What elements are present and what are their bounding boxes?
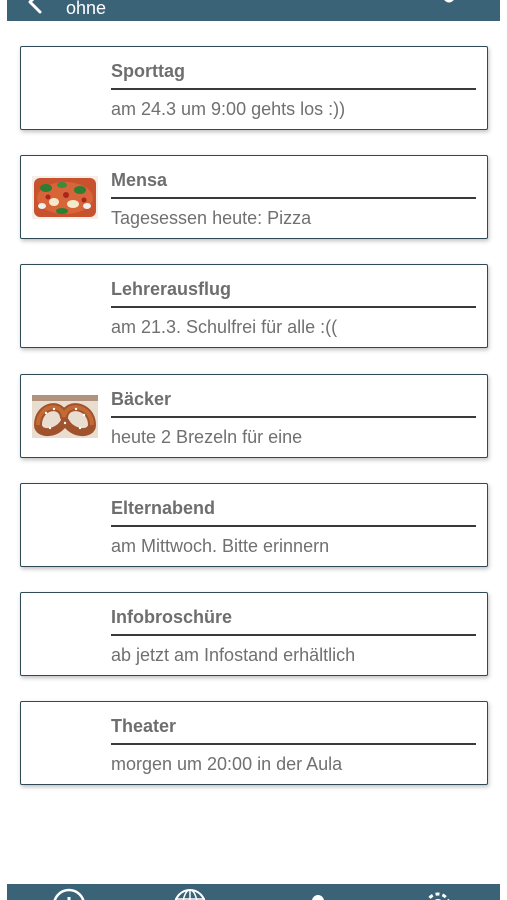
news-card-subtitle: Tagesessen heute: Pizza [111,208,312,228]
tab-settings[interactable] [420,887,456,900]
news-card-theater[interactable]: Theater morgen um 20:00 in der Aula [20,701,488,785]
news-card-subtitle: am 21.3. Schulfrei für alle :(( [111,317,338,337]
globe-icon [174,889,206,900]
divider [111,634,476,636]
news-card-title: Lehrerausflug [111,279,232,299]
header-title: ohne [66,0,107,18]
header-bar: ohne [7,0,500,21]
divider [111,416,476,418]
news-card-infobroschuere[interactable]: Infobroschüre ab jetzt am Infostand erhä… [20,592,488,676]
news-card-sporttag[interactable]: Sporttag am 24.3 um 9:00 gehts los :)) [20,46,488,130]
divider [111,197,476,199]
chevron-left-icon [28,0,42,14]
divider [111,525,476,527]
back-button[interactable] [25,0,47,14]
pretzel-thumbnail [32,395,98,438]
tab-bar [7,884,500,900]
news-card-baecker[interactable]: Bäcker heute 2 Brezeln für eine [20,374,488,458]
news-card-subtitle: heute 2 Brezeln für eine [111,427,303,447]
action-icon [444,0,454,3]
divider [111,306,476,308]
profile-icon [312,895,324,900]
gear-icon [426,892,450,900]
header-action-button[interactable] [440,0,458,6]
news-card-title: Infobroschüre [111,607,233,627]
divider [111,743,476,745]
news-card-subtitle: am 24.3 um 9:00 gehts los :)) [111,99,346,119]
app-screen: ohne Sporttag am 24.3 um 9:00 gehts los … [0,0,507,900]
news-card-lehrerausflug[interactable]: Lehrerausflug am 21.3. Schulfrei für all… [20,264,488,348]
news-card-subtitle: ab jetzt am Infostand erhältlich [111,645,356,665]
tab-info[interactable] [51,887,87,900]
tab-profile[interactable] [300,887,336,900]
info-icon [53,888,85,900]
news-card-mensa[interactable]: Mensa Tagesessen heute: Pizza [20,155,488,239]
pizza-thumbnail [32,176,98,219]
news-card-title: Theater [111,716,177,736]
news-card-subtitle: morgen um 20:00 in der Aula [111,754,343,774]
news-card-title: Mensa [111,170,168,190]
news-card-elternabend[interactable]: Elternabend am Mittwoch. Bitte erinnern [20,483,488,567]
news-card-title: Bäcker [111,389,172,409]
divider [111,88,476,90]
tab-web[interactable] [172,887,208,900]
news-card-title: Elternabend [111,498,216,518]
news-card-title: Sporttag [111,61,185,81]
news-card-subtitle: am Mittwoch. Bitte erinnern [111,536,330,556]
